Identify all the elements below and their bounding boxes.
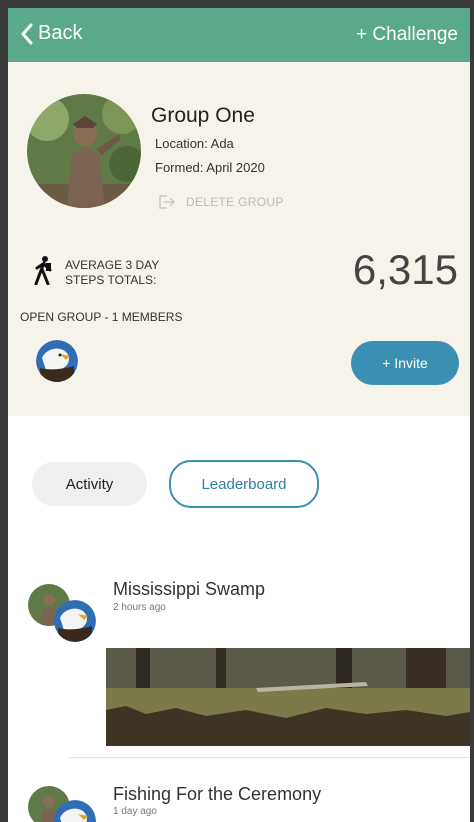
swamp-photo (106, 648, 470, 746)
group-name: Group One (151, 104, 255, 127)
delete-group-button[interactable]: DELETE GROUP (158, 194, 284, 210)
exit-icon (159, 195, 176, 209)
back-label: Back (38, 22, 83, 44)
group-formed-date: Formed: April 2020 (155, 160, 265, 175)
post-timestamp: 1 day ago (113, 806, 157, 817)
post-image[interactable] (106, 648, 470, 746)
top-nav-bar: Back + Challenge (8, 8, 470, 62)
member-avatar (54, 600, 96, 642)
steps-label-line1: AVERAGE 3 DAY (65, 258, 160, 272)
hiker-icon (34, 256, 52, 285)
steps-total-value: 6,315 (352, 246, 458, 293)
group-avatar[interactable] (27, 94, 141, 208)
divider (68, 757, 470, 758)
group-location: Location: Ada (155, 136, 234, 151)
eagle-avatar-icon (54, 600, 96, 642)
invite-button[interactable]: + Invite (351, 341, 459, 385)
add-challenge-button[interactable]: + Challenge (356, 24, 458, 46)
members-count: OPEN GROUP - 1 MEMBERS (20, 310, 183, 324)
group-card: Group One Location: Ada Formed: April 20… (8, 62, 470, 416)
eagle-avatar-icon (36, 340, 78, 382)
tab-activity[interactable]: Activity (32, 462, 147, 506)
chevron-left-icon (21, 23, 33, 44)
app-screen: Back + Challenge Group One Location: Ada… (8, 8, 470, 822)
delete-group-label: DELETE GROUP (186, 195, 284, 209)
post-title: Fishing For the Ceremony (113, 784, 322, 804)
steps-label-line2: STEPS TOTALS: (65, 273, 157, 287)
tab-leaderboard[interactable]: Leaderboard (169, 460, 319, 508)
member-avatar[interactable] (36, 340, 78, 382)
steps-label: AVERAGE 3 DAY STEPS TOTALS: (65, 258, 195, 288)
statue-avatar-icon (27, 94, 141, 208)
post-timestamp: 2 hours ago (113, 602, 166, 613)
back-button[interactable]: Back (20, 22, 82, 45)
post-title: Mississippi Swamp (113, 579, 266, 599)
